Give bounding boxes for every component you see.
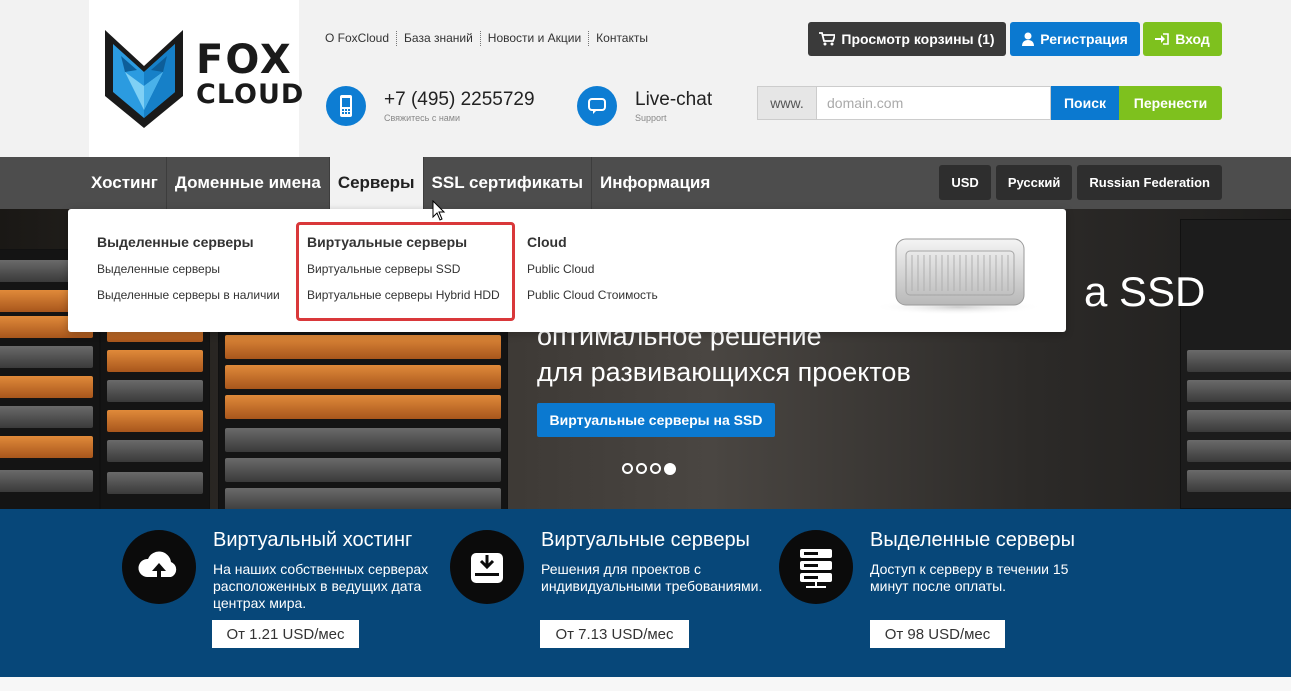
server-stack-icon [779, 530, 853, 604]
mouse-cursor-icon [432, 200, 446, 221]
phone-icon [326, 86, 366, 126]
servers-dropdown-menu: Выделенные серверы Выделенные серверы Вы… [68, 209, 1066, 332]
hero-line-2: для развивающихся проектов [537, 357, 911, 387]
register-label: Регистрация [1040, 31, 1128, 47]
currency-selector[interactable]: USD [939, 165, 991, 200]
phone-number: +7 (495) 2255729 [384, 88, 535, 110]
domain-transfer-button[interactable]: Перенести [1119, 86, 1222, 120]
feature-title: Виртуальный хостинг [213, 529, 413, 551]
live-chat-label: Live-chat [635, 88, 713, 110]
fox-logo-icon [105, 30, 183, 128]
server-rack-image [1180, 219, 1291, 509]
hero-vps-ssd-button[interactable]: Виртуальные серверы на SSD [537, 403, 775, 437]
slider-dots [622, 463, 676, 475]
site-header: FOX CLOUD О FoxCloud База знаний Новости… [0, 0, 1291, 157]
user-icon [1022, 32, 1035, 46]
region-selector[interactable]: Russian Federation [1077, 165, 1222, 200]
feature-desc: Решения для проектов с индивидуальными т… [541, 561, 763, 594]
dropdown-link-public-cloud[interactable]: Public Cloud [527, 262, 658, 276]
cart-icon [819, 32, 836, 46]
slider-dot[interactable] [636, 463, 647, 474]
domain-search-form: www. Поиск Перенести [757, 86, 1222, 120]
top-link-news[interactable]: Новости и Акции [481, 31, 590, 46]
slider-dot-active[interactable] [664, 463, 676, 475]
feature-price[interactable]: От 1.21 USD/мес [212, 620, 359, 648]
server-download-icon [450, 530, 524, 604]
feature-title: Виртуальные серверы [541, 529, 750, 551]
domain-prefix: www. [757, 86, 816, 120]
hero-ssd-text: a SSD [1084, 268, 1206, 315]
domain-input[interactable] [816, 86, 1051, 120]
top-link-about[interactable]: О FoxCloud [318, 31, 398, 46]
nav-item-ssl[interactable]: SSL сертификаты [424, 157, 592, 209]
dropdown-link-dedicated-stock[interactable]: Выделенные серверы в наличии [97, 288, 280, 302]
feature-price[interactable]: От 98 USD/мес [870, 620, 1005, 648]
server-box-image [873, 238, 1038, 315]
login-button[interactable]: Вход [1143, 22, 1222, 56]
feature-desc: На наших собственных серверах расположен… [213, 561, 429, 611]
domain-search-button[interactable]: Поиск [1051, 86, 1119, 120]
top-link-contacts[interactable]: Контакты [589, 31, 655, 46]
logo-line1: FOX [196, 37, 293, 83]
slider-dot[interactable] [650, 463, 661, 474]
feature-price[interactable]: От 7.13 USD/мес [540, 620, 689, 648]
chat-icon [577, 86, 617, 126]
top-link-knowledgebase[interactable]: База знаний [397, 31, 481, 46]
top-links: О FoxCloud База знаний Новости и Акции К… [318, 31, 655, 46]
logo-line2: CLOUD [196, 79, 305, 110]
phone-contact[interactable]: +7 (495) 2255729 Свяжитесь с нами [326, 86, 535, 126]
logo[interactable]: FOX CLOUD [89, 0, 303, 157]
highlight-box [296, 222, 515, 321]
feature-desc: Доступ к серверу в течении 15 минут посл… [870, 561, 1069, 594]
nav-item-info[interactable]: Информация [592, 157, 718, 209]
bottom-strip [0, 677, 1291, 691]
dropdown-col-dedicated: Выделенные серверы Выделенные серверы Вы… [97, 234, 280, 314]
main-navbar: Хостинг Доменные имена Серверы SSL серти… [0, 157, 1291, 209]
features-band: Виртуальный хостинг На наших собственных… [0, 509, 1291, 677]
dropdown-heading-cloud[interactable]: Cloud [527, 234, 658, 250]
language-selector[interactable]: Русский [995, 165, 1073, 200]
nav-item-servers[interactable]: Серверы [329, 157, 424, 209]
cloud-upload-icon [122, 530, 196, 604]
view-cart-label: Просмотр корзины (1) [841, 31, 995, 47]
live-chat-contact[interactable]: Live-chat Support [577, 86, 712, 126]
dropdown-col-cloud: Cloud Public Cloud Public Cloud Стоимост… [527, 234, 658, 314]
view-cart-button[interactable]: Просмотр корзины (1) [808, 22, 1006, 56]
dropdown-link-dedicated[interactable]: Выделенные серверы [97, 262, 280, 276]
phone-caption: Свяжитесь с нами [384, 112, 461, 123]
dropdown-link-public-cloud-price[interactable]: Public Cloud Стоимость [527, 288, 658, 302]
slider-dot[interactable] [622, 463, 633, 474]
live-chat-caption: Support [635, 112, 667, 123]
dropdown-heading-dedicated[interactable]: Выделенные серверы [97, 234, 280, 250]
feature-title: Выделенные серверы [870, 529, 1076, 551]
logo-text: FOX CLOUD [196, 40, 304, 108]
sign-in-icon [1155, 33, 1169, 45]
register-button[interactable]: Регистрация [1010, 22, 1140, 56]
nav-item-hosting[interactable]: Хостинг [83, 157, 167, 209]
nav-item-domains[interactable]: Доменные имена [167, 157, 330, 209]
login-label: Вход [1175, 31, 1210, 47]
